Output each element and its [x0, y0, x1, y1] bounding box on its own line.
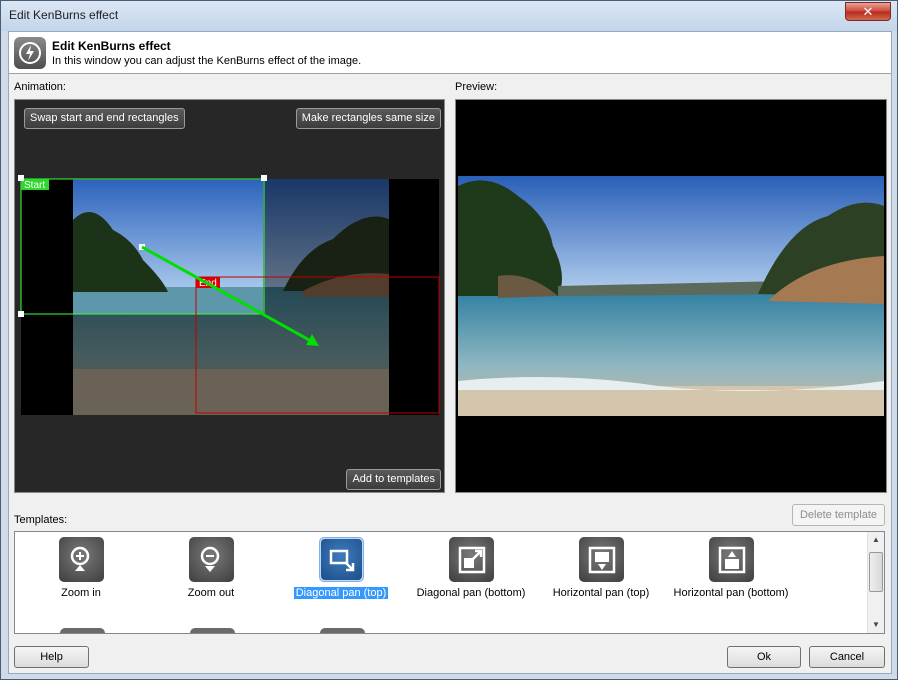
template-icon-partial: [60, 628, 105, 633]
preview-image: [458, 176, 884, 416]
dialog-header: Edit KenBurns effect In this window you …: [9, 32, 891, 74]
diagonal-pan-top-icon: [319, 537, 364, 582]
template-zoom-in[interactable]: Zoom in: [16, 536, 146, 606]
template-name: Horizontal pan (bottom): [673, 587, 789, 599]
add-to-templates-button[interactable]: Add to templates: [346, 469, 441, 490]
effect-icon: [14, 37, 46, 69]
window-title: Edit KenBurns effect: [9, 8, 119, 22]
header-description: In this window you can adjust the KenBur…: [52, 55, 362, 67]
templates-label: Templates:: [14, 514, 68, 526]
zoom-in-icon: [59, 537, 104, 582]
header-title: Edit KenBurns effect: [52, 39, 171, 53]
close-button[interactable]: ✕: [845, 2, 891, 21]
same-size-button[interactable]: Make rectangles same size: [295, 108, 441, 129]
template-name: Zoom out: [187, 587, 235, 599]
template-diagonal-pan-bottom[interactable]: Diagonal pan (bottom): [406, 536, 536, 606]
template-name: Diagonal pan (bottom): [416, 587, 526, 599]
image-stage[interactable]: [21, 179, 439, 415]
diagonal-pan-bottom-icon: [449, 537, 494, 582]
preview-label: Preview:: [455, 81, 498, 93]
template-name: Diagonal pan (top): [293, 587, 389, 599]
dialog-body: Edit KenBurns effect In this window you …: [8, 31, 892, 674]
template-icon-partial: [320, 628, 365, 633]
delete-template-button[interactable]: Delete template: [792, 504, 885, 526]
title-bar[interactable]: Edit KenBurns effect ✕: [1, 1, 897, 31]
template-horizontal-pan-top[interactable]: Horizontal pan (top): [536, 536, 666, 606]
horizontal-pan-bottom-icon: [709, 537, 754, 582]
scroll-down-arrow[interactable]: ▼: [868, 617, 884, 633]
template-name: Horizontal pan (top): [552, 587, 650, 599]
template-horizontal-pan-bottom[interactable]: Horizontal pan (bottom): [666, 536, 796, 606]
template-diagonal-pan-top[interactable]: Diagonal pan (top): [276, 536, 406, 606]
animation-label: Animation:: [14, 81, 66, 93]
scroll-up-arrow[interactable]: ▲: [868, 532, 884, 548]
template-icon-partial: [190, 628, 235, 633]
horizontal-pan-top-icon: [579, 537, 624, 582]
cancel-button[interactable]: Cancel: [809, 646, 885, 668]
swap-rectangles-button[interactable]: Swap start and end rectangles: [24, 108, 185, 129]
scroll-thumb[interactable]: [869, 552, 883, 592]
ok-button[interactable]: Ok: [727, 646, 801, 668]
preview-pane: [455, 99, 887, 493]
animation-editor[interactable]: Swap start and end rectangles Make recta…: [14, 99, 445, 493]
kenburns-dialog: Edit KenBurns effect ✕ Edit KenBurns eff…: [0, 0, 898, 680]
templates-scrollbar[interactable]: ▲ ▼: [867, 532, 884, 633]
template-name: Zoom in: [61, 587, 101, 599]
template-zoom-out[interactable]: Zoom out: [146, 536, 276, 606]
zoom-out-icon: [189, 537, 234, 582]
help-button[interactable]: Help: [14, 646, 89, 668]
templates-list[interactable]: Zoom in Zoom out Diagonal pan (top) Diag…: [14, 531, 885, 634]
start-region-image: [73, 180, 263, 314]
